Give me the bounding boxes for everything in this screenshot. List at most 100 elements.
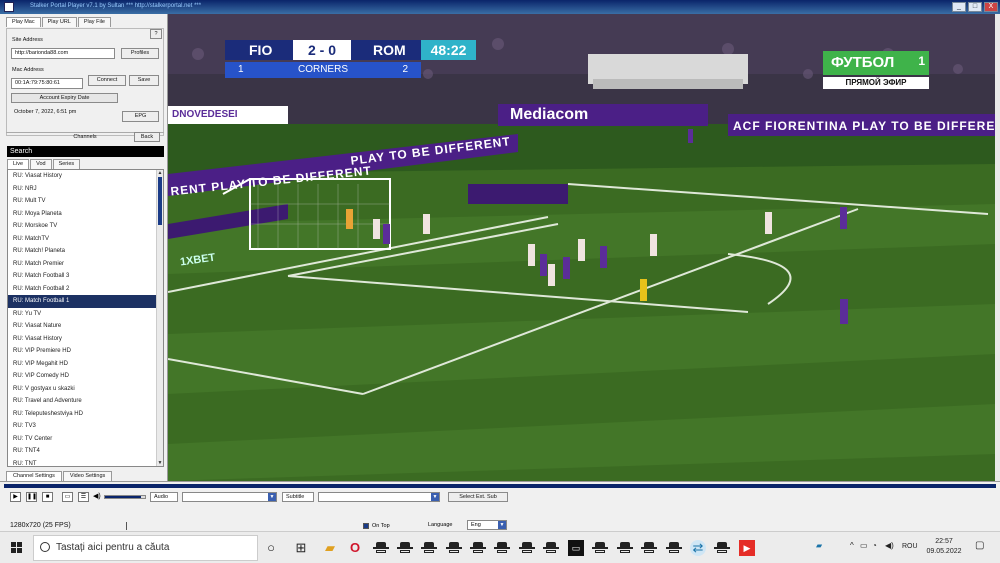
channel-list-item[interactable]: RU: Match Football 3 [8,270,163,283]
file-explorer-icon[interactable]: ▰ [322,540,338,556]
tab-video-settings[interactable]: Video Settings [62,471,113,481]
match-clock: 48:22 [421,40,476,60]
tab-play-file[interactable]: Play File [77,17,111,27]
channel-list-item[interactable]: RU: Viasat History [8,170,163,183]
opera-icon[interactable]: O [347,540,363,556]
terminal-icon[interactable]: ▭ [568,540,584,556]
stalker-player-icon[interactable] [592,542,608,554]
maximize-button[interactable]: □ [968,2,982,12]
stalker-player-icon[interactable] [543,542,559,554]
stalker-player-icon[interactable] [519,542,535,554]
input-language[interactable]: ROU [902,543,918,550]
site-address-input[interactable]: http://barionda88.com [11,48,115,59]
save-button[interactable]: Save [129,75,159,86]
stalker-player-icon[interactable] [446,542,462,554]
channel-list-item[interactable]: RU: VIP Megahit HD [8,358,163,371]
channel-list-item[interactable]: RU: VIP Premiere HD [8,345,163,358]
stalker-player-icon[interactable] [421,542,437,554]
minimize-button[interactable]: _ [952,2,966,12]
mac-address-input[interactable]: 00:1A:79:75:80:61 [11,78,83,89]
channel-list-item[interactable]: RU: Yu TV [8,308,163,321]
stalker-player-icon[interactable] [397,542,413,554]
chevron-down-icon: ▼ [268,493,276,501]
channel-list-scrollbar[interactable]: ▲ ▼ [156,170,163,466]
channel-list-item[interactable]: RU: TV Center [8,433,163,446]
scrollbar-thumb[interactable] [158,177,162,225]
channel-list-item[interactable]: RU: Travel and Adventure [8,395,163,408]
stalker-player-icon[interactable] [373,542,389,554]
stop-icon[interactable]: ■ [42,492,53,502]
stalker-player-icon[interactable] [641,542,657,554]
channel-list-item[interactable]: RU: MatchTV [8,233,163,246]
expiry-value: October 7, 2022, 6:51 pm [14,109,77,115]
scroll-up-icon[interactable]: ▲ [157,170,163,176]
seek-bar[interactable] [4,484,996,488]
channel-list-item[interactable]: RU: VIP Comedy HD [8,370,163,383]
playlist-icon[interactable]: ☰ [78,492,89,502]
on-top-checkbox[interactable] [363,523,369,529]
channel-list-item[interactable]: RU: Teleputeshestviya HD [8,408,163,421]
task-view-icon[interactable]: ○ [263,540,279,556]
stalker-player-icon[interactable] [617,542,633,554]
battery-icon[interactable]: ▭ [860,541,868,550]
tab-play-url[interactable]: Play URL [41,17,77,27]
epg-button[interactable]: EPG [122,111,159,122]
connect-button[interactable]: Connect [88,75,126,86]
app-icon [4,2,14,12]
channel-list-item[interactable]: RU: Match Football 1 [8,295,163,308]
wifi-icon[interactable]: ◔ [872,541,877,550]
channel-list-item[interactable]: RU: Match Football 2 [8,283,163,296]
language-label: Language [428,522,453,528]
channel-list-item[interactable]: RU: Match Premier [8,258,163,271]
show-hidden-icons-icon[interactable]: ^ [850,541,854,550]
stalker-player-icon[interactable] [470,542,486,554]
channel-search-input[interactable]: Search [7,146,164,157]
speaker-icon[interactable]: ◀) [885,541,894,550]
tab-series[interactable]: Series [52,159,81,169]
fullscreen-icon[interactable]: ▭ [62,492,73,502]
app-tray-icon[interactable]: ▰ [816,541,822,550]
channel-list-item[interactable]: RU: TNT [8,458,163,467]
subtitle-dropdown[interactable]: ▼ [318,492,440,502]
notifications-icon[interactable]: ▢ [975,540,984,551]
channel-list-item[interactable]: RU: Morskoe TV [8,220,163,233]
youtube-icon[interactable]: ▶ [739,540,755,556]
stalker-player-icon[interactable] [714,542,730,554]
away-team: ROM [373,42,406,58]
volume-slider[interactable] [104,495,146,499]
scroll-down-icon[interactable]: ▼ [157,460,163,466]
pause-icon[interactable]: ❚❚ [26,492,37,502]
channel-list-item[interactable]: RU: NRJ [8,183,163,196]
channel-list-item[interactable]: RU: Viasat Nature [8,320,163,333]
windows-start-icon[interactable] [11,542,23,554]
tab-vod[interactable]: Vod [30,159,52,169]
channel-list-item[interactable]: RU: Match! Planeta [8,245,163,258]
widgets-icon[interactable]: ⊞ [293,540,309,556]
channel-list-item[interactable]: RU: Moya Planeta [8,208,163,221]
scoreboard: FIO 2 - 0 ROM [225,40,421,60]
tab-live[interactable]: Live [7,159,30,169]
teamviewer-icon[interactable]: ⇄ [690,540,706,556]
profiles-button[interactable]: Profiles [121,48,159,59]
play-icon[interactable]: ▶ [10,492,21,502]
channel-list-item[interactable]: RU: V gostyax u skazki [8,383,163,396]
channel-list-item[interactable]: RU: Mult TV [8,195,163,208]
stalker-player-icon[interactable] [494,542,510,554]
select-ext-sub-button[interactable]: Select Ext. Sub [448,492,508,502]
channel-list-item[interactable]: RU: TNT4 [8,445,163,458]
audio-dropdown[interactable]: ▼ [182,492,277,502]
video-player[interactable]: Mediacom ACF FIORENTINA PLAY TO BE DIFFE… [168,14,995,481]
back-button[interactable]: Back [134,132,160,142]
system-clock[interactable]: 22:57 09.05.2022 [920,537,968,557]
close-button[interactable]: X [984,2,998,12]
left-panel: Play Mac Play URL Play File ? Site Addre… [0,14,168,481]
taskbar-search-input[interactable]: Tastați aici pentru a căuta [33,535,258,561]
channel-list-item[interactable]: RU: TV3 [8,420,163,433]
tab-play-mac[interactable]: Play Mac [6,17,41,27]
stat-label: CORNERS [297,64,348,75]
stalker-player-icon[interactable] [666,542,682,554]
channel-list-item[interactable]: RU: Viasat History [8,333,163,346]
site-address-label: Site Address [12,37,43,43]
tab-channel-settings[interactable]: Channel Settings [6,471,62,481]
language-dropdown[interactable]: Eng ▼ [467,520,507,530]
